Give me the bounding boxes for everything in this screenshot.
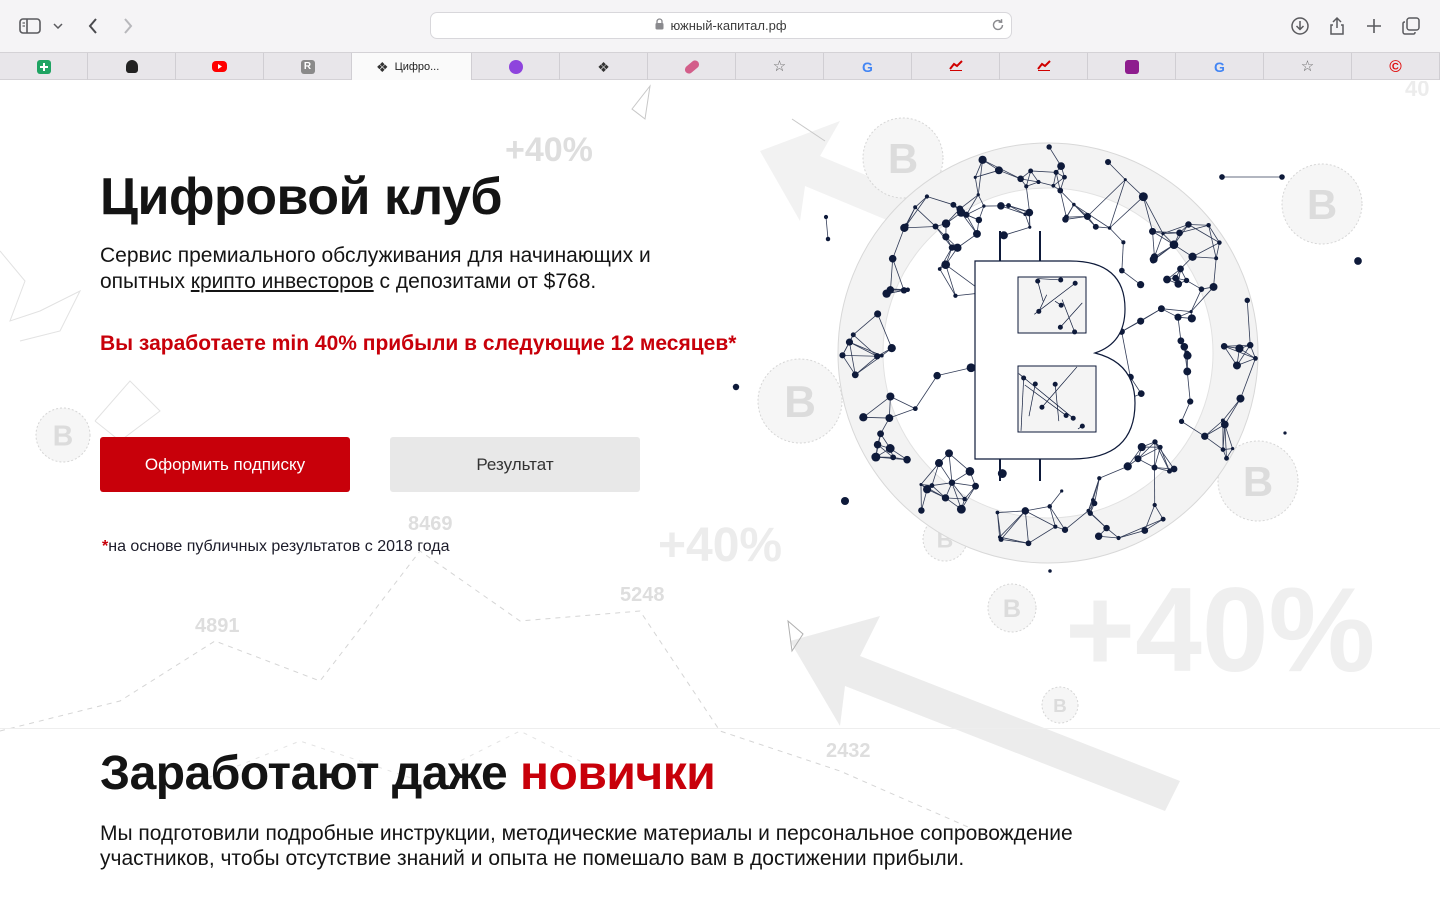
browser-tab[interactable]: © (1352, 53, 1440, 80)
person-icon (125, 60, 138, 73)
trend-icon (1036, 59, 1051, 74)
browser-tab[interactable] (1000, 53, 1088, 80)
browser-tab[interactable]: ❖ Цифро... (352, 53, 472, 80)
hero-subtitle-text: с депозитами от $768. (373, 270, 597, 293)
purple-circle-icon (508, 59, 523, 74)
youtube-icon (212, 61, 227, 72)
bitcoin-coin-decoration: B (35, 407, 91, 463)
bitcoin-coin-decoration: B (1281, 163, 1363, 245)
browser-tab[interactable]: ☆ (736, 53, 824, 80)
download-icon[interactable] (1286, 12, 1314, 40)
r-icon: R (300, 59, 315, 74)
svg-text:B: B (1003, 595, 1021, 623)
hero-subtitle: Сервис премиального обслуживания для нач… (100, 243, 720, 295)
purple-square-icon (1124, 59, 1139, 74)
tab-label: Цифро... (394, 60, 440, 73)
browser-tab[interactable]: G (1176, 53, 1264, 80)
browser-tab[interactable] (472, 53, 560, 80)
address-bar[interactable]: южный-капитал.рф (430, 12, 1012, 39)
bg-label: +40% (1065, 563, 1375, 697)
browser-tab[interactable] (912, 53, 1000, 80)
browser-tab[interactable] (1088, 53, 1176, 80)
section-title: Заработают даже новички (100, 746, 716, 801)
share-icon[interactable] (1323, 12, 1351, 40)
svg-text:B: B (784, 378, 816, 427)
hero-title: Цифровой клуб (100, 168, 502, 226)
bg-label: 4891 (195, 615, 240, 637)
svg-text:B: B (1243, 458, 1273, 505)
pill-icon (682, 58, 701, 75)
svg-text:B: B (1053, 696, 1067, 717)
bitcoin-coin-decoration: B (757, 358, 843, 444)
tab-strip: R ❖ Цифро... ❖ ☆ G G ☆ © (0, 52, 1440, 80)
section-divider (0, 728, 1440, 729)
browser-toolbar: южный-капитал.рф (0, 0, 1440, 52)
web-page: BBBBBBBB +40% +40% +40% 40 8469 5248 489… (0, 81, 1440, 900)
star-icon: ☆ (772, 57, 787, 75)
bg-label: +40% (505, 131, 593, 169)
svg-text:B: B (1307, 181, 1337, 228)
google-icon: G (862, 58, 873, 75)
crypto-investors-link[interactable]: крипто инвесторов (191, 270, 374, 293)
subscribe-button[interactable]: Оформить подписку (100, 437, 350, 492)
clover-icon: ❖ (597, 58, 610, 75)
triangle-decoration (631, 84, 651, 120)
copyright-icon: © (1389, 56, 1402, 76)
forward-button[interactable] (114, 12, 142, 40)
browser-tab[interactable] (0, 53, 88, 80)
hero-promo: Вы заработаете min 40% прибыли в следующ… (100, 332, 736, 356)
section-text: Мы подготовили подробные инструкции, мет… (100, 822, 1073, 870)
section-title-accent: новички (520, 747, 716, 800)
footnote-text: на основе публичных результатов с 2018 г… (108, 538, 450, 555)
browser-tab[interactable] (88, 53, 176, 80)
bitcoin-coin-decoration: B (987, 583, 1037, 633)
browser-tab[interactable]: ☆ (1264, 53, 1352, 80)
promo-asterisk: * (728, 332, 737, 355)
hero-promo-text: Вы заработаете min 40% прибыли в следующ… (100, 332, 729, 355)
browser-tab[interactable]: G (824, 53, 912, 80)
browser-tab[interactable]: R (264, 53, 352, 80)
footnote: *на основе публичных результатов с 2018 … (102, 538, 450, 556)
svg-text:B: B (53, 420, 73, 452)
reload-icon[interactable] (991, 18, 1005, 35)
svg-text:B: B (888, 135, 918, 182)
browser-tab[interactable] (648, 53, 736, 80)
back-button[interactable] (79, 12, 107, 40)
bg-label: 40 (1405, 81, 1429, 101)
google-icon: G (1214, 58, 1225, 75)
clover-icon: ❖ (376, 58, 389, 75)
browser-tab[interactable] (176, 53, 264, 80)
bg-label: +40% (658, 519, 782, 572)
browser-tab[interactable]: ❖ (560, 53, 648, 80)
trend-icon (948, 59, 963, 74)
star-icon: ☆ (1300, 57, 1315, 75)
section-title-plain: Заработают даже (100, 747, 520, 800)
chevron-down-icon[interactable] (48, 12, 68, 40)
green-plus-icon (36, 59, 51, 74)
new-tab-icon[interactable] (1360, 12, 1388, 40)
url-text: южный-капитал.рф (670, 18, 787, 33)
bg-label: 8469 (408, 513, 453, 535)
sidebar-toggle-icon[interactable] (16, 12, 44, 40)
results-button[interactable]: Результат (390, 437, 640, 492)
lock-icon (655, 18, 664, 33)
bg-label: 5248 (620, 584, 665, 606)
tab-overview-icon[interactable] (1397, 12, 1425, 40)
bg-label: 2432 (826, 740, 871, 762)
